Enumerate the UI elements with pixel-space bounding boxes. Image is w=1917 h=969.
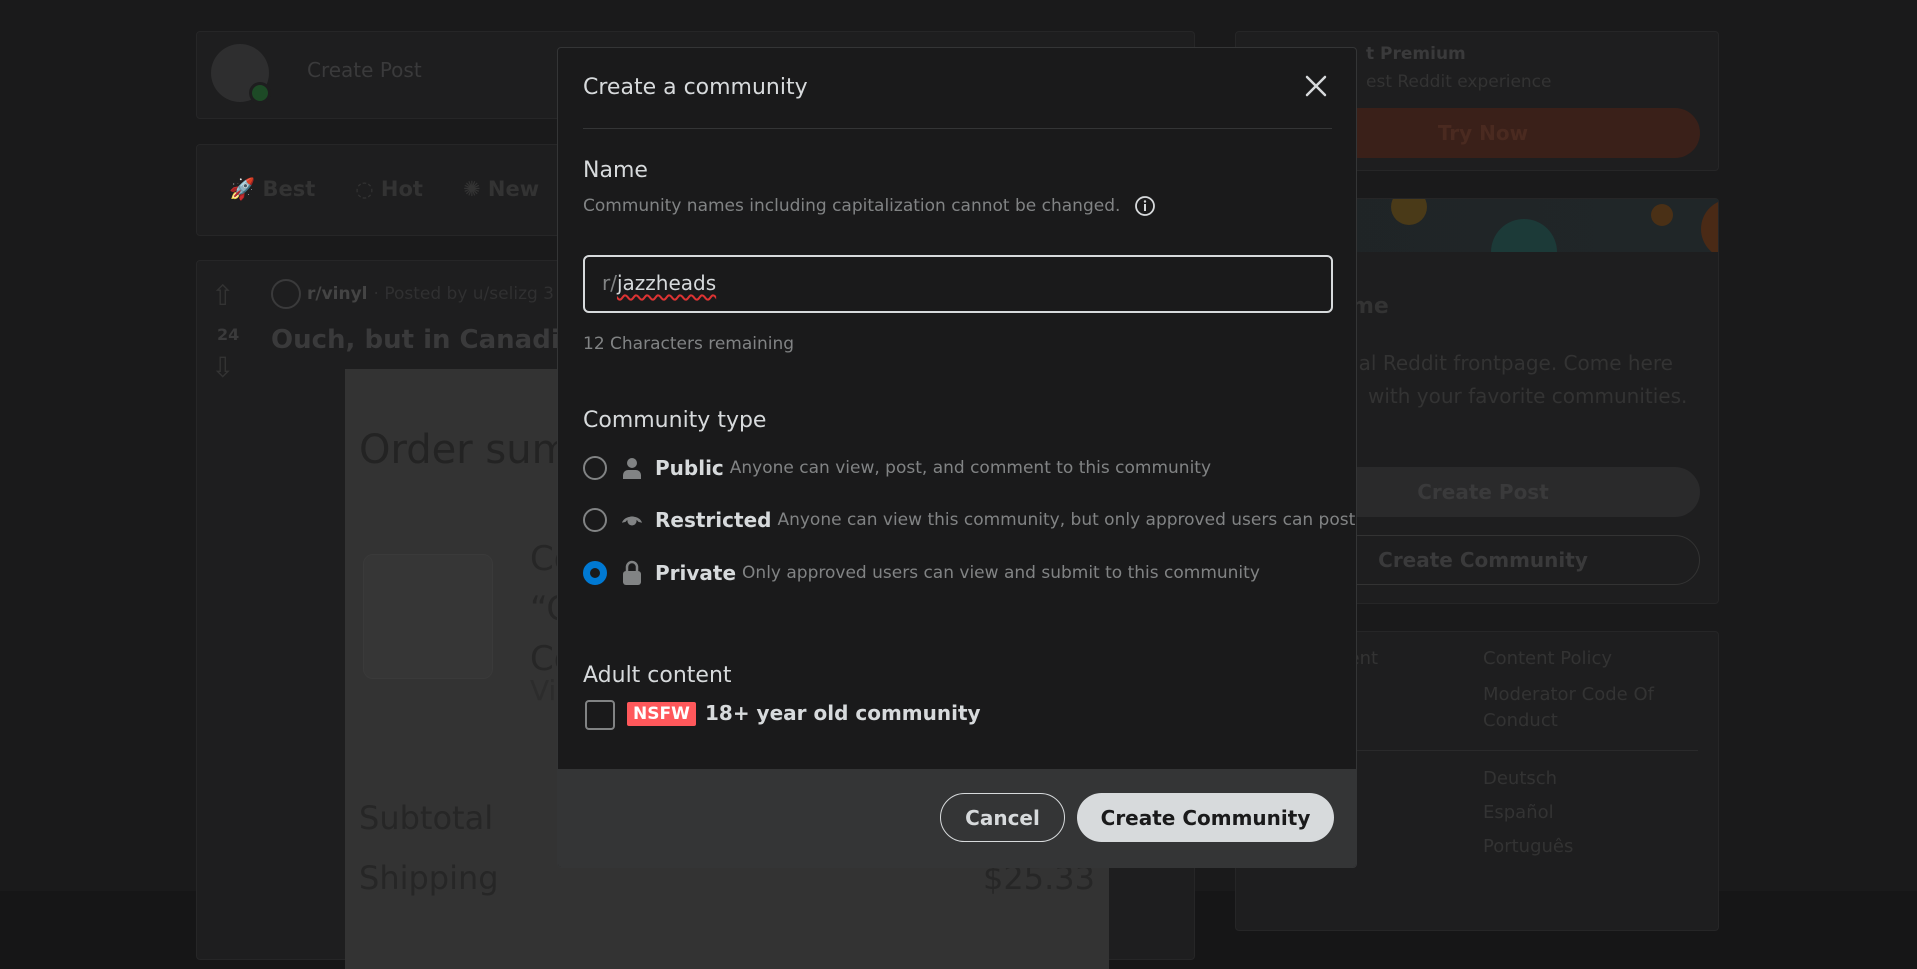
modal-footer: Cancel Create Community xyxy=(558,769,1356,867)
image-text-item-sub: Vi xyxy=(530,674,556,707)
modal-title: Create a community xyxy=(583,75,808,100)
language-link[interactable]: Português xyxy=(1483,836,1573,857)
community-type-private[interactable]: Private Only approved users can view and… xyxy=(583,561,1260,585)
public-label: Public xyxy=(655,456,724,480)
close-button[interactable] xyxy=(1300,70,1332,102)
avatar[interactable] xyxy=(211,44,269,102)
sort-tab-best[interactable]: 🚀 Best xyxy=(229,177,315,202)
home-text-2: with your favorite communities. xyxy=(1368,384,1687,408)
create-community-modal: Create a community Name Community names … xyxy=(557,47,1357,868)
language-link[interactable]: Deutsch xyxy=(1483,768,1557,789)
radio-public[interactable] xyxy=(583,456,607,480)
community-type-heading: Community type xyxy=(583,408,766,433)
cancel-button[interactable]: Cancel xyxy=(940,793,1065,842)
image-text-subtotal: Subtotal xyxy=(359,799,493,837)
subreddit-icon xyxy=(271,279,301,309)
title-divider xyxy=(583,128,1332,129)
characters-remaining: 12 Characters remaining xyxy=(583,334,794,354)
album-thumbnail xyxy=(363,554,493,679)
private-description: Only approved users can view and submit … xyxy=(742,563,1260,583)
create-community-button[interactable]: Create Community xyxy=(1077,793,1334,842)
nsfw-badge: NSFW xyxy=(627,702,696,726)
upvote-icon[interactable]: ⇧ xyxy=(211,279,234,312)
close-icon xyxy=(1300,70,1332,102)
premium-title: t Premium xyxy=(1366,44,1466,64)
community-type-public[interactable]: Public Anyone can view, post, and commen… xyxy=(583,456,1211,480)
private-label: Private xyxy=(655,561,736,585)
sort-tab-new[interactable]: ✺ New xyxy=(463,177,539,202)
sort-new-label: New xyxy=(488,177,539,201)
info-icon[interactable] xyxy=(1134,195,1156,217)
sort-hot-label: Hot xyxy=(381,177,423,201)
user-icon xyxy=(621,457,643,479)
image-text-shipping: Shipping xyxy=(359,859,499,897)
downvote-icon[interactable]: ⇩ xyxy=(211,351,234,384)
nsfw-label: 18+ year old community xyxy=(705,701,981,725)
eye-icon xyxy=(621,509,643,531)
radio-restricted[interactable] xyxy=(583,508,607,532)
home-text-1: nal Reddit frontpage. Come here xyxy=(1346,351,1673,375)
community-type-restricted[interactable]: Restricted Anyone can view this communit… xyxy=(583,508,1355,532)
adult-content-heading: Adult content xyxy=(583,663,732,688)
sort-best-label: Best xyxy=(262,177,315,201)
online-indicator xyxy=(249,82,271,104)
nsfw-checkbox[interactable] xyxy=(585,700,615,730)
subreddit-link[interactable]: r/vinyl xyxy=(307,284,368,304)
sort-tab-hot[interactable]: ◌ Hot xyxy=(355,177,423,202)
premium-subtitle: est Reddit experience xyxy=(1366,72,1552,92)
vote-count: 24 xyxy=(217,325,239,344)
community-name-input[interactable]: r/jazzheads xyxy=(583,255,1333,313)
radio-private-selected[interactable] xyxy=(583,561,607,585)
name-heading: Name xyxy=(583,158,648,183)
restricted-description: Anyone can view this community, but only… xyxy=(777,510,1355,530)
footer-link-moderator-code[interactable]: Moderator Code Of Conduct xyxy=(1483,682,1683,734)
public-description: Anyone can view, post, and comment to th… xyxy=(730,458,1211,478)
name-description: Community names including capitalization… xyxy=(583,196,1120,216)
name-value: jazzheads xyxy=(617,271,716,295)
name-prefix: r/ xyxy=(602,271,617,295)
post-title[interactable]: Ouch, but in Canadian. xyxy=(271,325,606,355)
language-link[interactable]: Español xyxy=(1483,802,1554,823)
create-post-input[interactable]: Create Post xyxy=(307,58,422,82)
posted-by: · Posted by u/selizg 3 xyxy=(374,284,554,304)
restricted-label: Restricted xyxy=(655,508,771,532)
lock-icon xyxy=(621,562,643,584)
footer-link-content-policy[interactable]: Content Policy xyxy=(1483,648,1612,669)
